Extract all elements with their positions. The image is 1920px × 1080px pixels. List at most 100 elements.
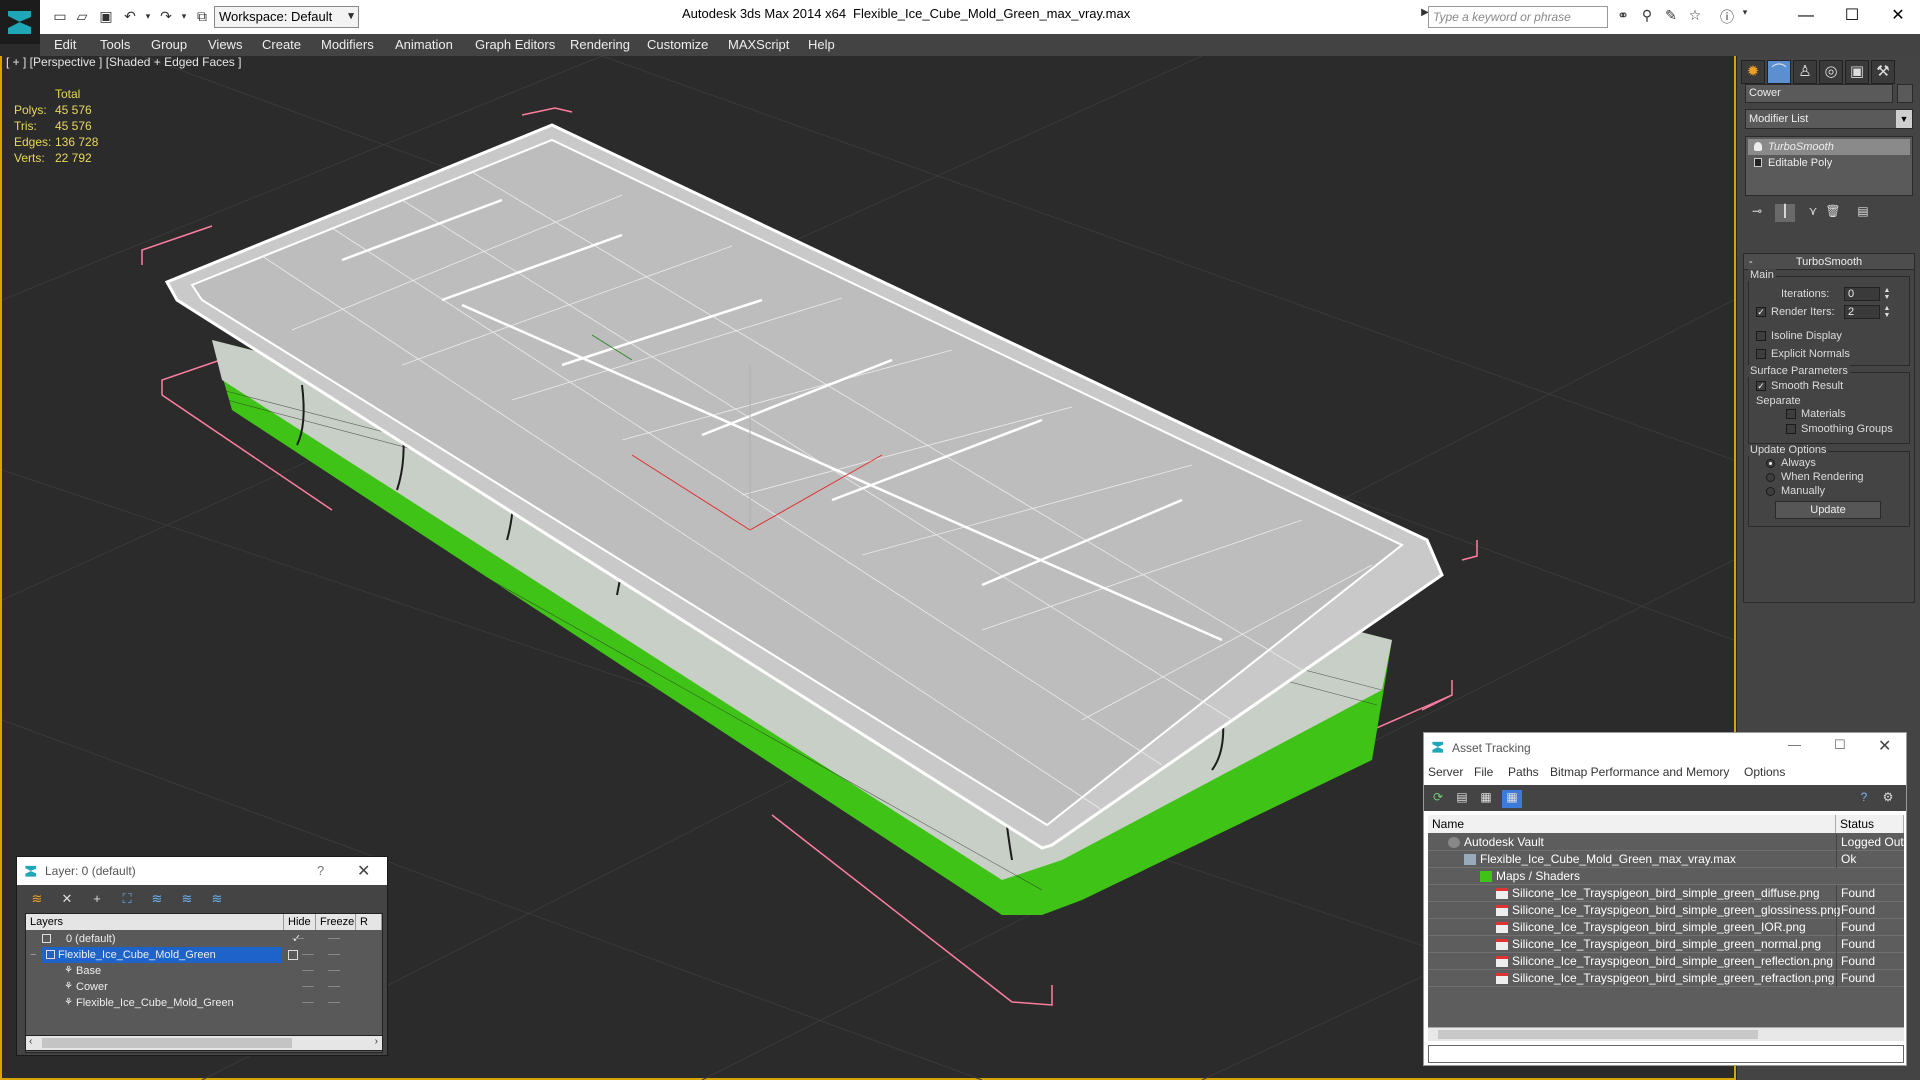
help-button[interactable]: ? xyxy=(317,863,324,878)
show-end-result-icon[interactable]: ┃ xyxy=(1775,204,1795,222)
asset-row[interactable]: Flexible_Ice_Cube_Mold_Green_max_vray.ma… xyxy=(1428,851,1904,868)
smooth-result-checkbox[interactable]: ✓ xyxy=(1756,381,1766,391)
smoothing-groups-checkbox[interactable] xyxy=(1786,424,1796,434)
undo-icon[interactable]: ↶ xyxy=(120,7,140,25)
maximize-button[interactable]: ☐ xyxy=(1830,3,1874,29)
settings-icon[interactable]: ⚙ xyxy=(1878,790,1898,808)
menu-views[interactable]: Views xyxy=(208,34,242,56)
undo-dropdown-icon[interactable]: ▾ xyxy=(138,7,158,25)
modifier-stack[interactable]: TurboSmooth Editable Poly xyxy=(1745,136,1913,196)
modify-tab-icon[interactable]: ⌒ xyxy=(1767,60,1791,84)
configure-sets-icon[interactable]: ▤ xyxy=(1853,204,1873,222)
asset-row[interactable]: Silicone_Ice_Trayspigeon_bird_simple_gre… xyxy=(1428,936,1904,953)
stack-item-turbosmooth[interactable]: TurboSmooth xyxy=(1748,139,1910,155)
menu-help[interactable]: Help xyxy=(808,34,835,56)
highlight-layer-icon[interactable]: ≋ xyxy=(147,891,167,909)
open-file-icon[interactable]: ▱ xyxy=(72,7,92,25)
layer-row[interactable]: − Flexible_Ice_Cube_Mold_Green xyxy=(26,947,382,963)
make-unique-icon[interactable]: ⋎ xyxy=(1803,204,1823,222)
freeze-toggle[interactable] xyxy=(328,986,340,987)
workspace-menu-icon[interactable]: ▼ xyxy=(344,7,358,25)
freeze-toggle[interactable] xyxy=(328,954,340,955)
menu-create[interactable]: Create xyxy=(262,34,301,56)
display-tab-icon[interactable]: ▣ xyxy=(1845,60,1869,84)
freeze-all-icon[interactable]: ≋ xyxy=(207,891,227,909)
column-header-freeze[interactable]: Freeze xyxy=(316,914,356,930)
render-iters-spinner[interactable]: 2 xyxy=(1844,305,1880,319)
hide-toggle[interactable] xyxy=(292,938,304,939)
menu-modifiers[interactable]: Modifiers xyxy=(321,34,374,56)
redo-dropdown-icon[interactable]: ▾ xyxy=(174,7,194,25)
search-input[interactable]: Type a keyword or phrase xyxy=(1428,6,1608,28)
column-header-render[interactable]: R xyxy=(356,914,382,930)
object-color-swatch[interactable] xyxy=(1897,84,1913,103)
viewport-label[interactable]: [ + ] [Perspective ] [Shaded + Edged Fac… xyxy=(6,55,241,69)
materials-checkbox[interactable] xyxy=(1786,409,1796,419)
manually-radio[interactable] xyxy=(1766,487,1775,496)
menu-rendering[interactable]: Rendering xyxy=(570,34,630,56)
new-file-icon[interactable]: ▭ xyxy=(50,7,70,25)
scroll-right-icon[interactable]: › xyxy=(375,1036,378,1047)
iterations-spinner[interactable]: 0 xyxy=(1844,287,1880,301)
motion-tab-icon[interactable]: ◎ xyxy=(1819,60,1843,84)
object-name-field[interactable]: Cower xyxy=(1745,84,1893,103)
tree-view-icon[interactable]: ▦ xyxy=(1476,790,1496,808)
layer-dialog-titlebar[interactable]: Layer: 0 (default) ? ✕ xyxy=(17,857,387,885)
save-file-icon[interactable]: ▣ xyxy=(96,7,116,25)
favorites-star-icon[interactable]: ☆ xyxy=(1684,7,1706,27)
layer-row[interactable]: 0 (default) ✓ xyxy=(26,931,382,947)
menu-customize[interactable]: Customize xyxy=(647,34,708,56)
hide-toggle[interactable] xyxy=(302,986,314,987)
freeze-toggle[interactable] xyxy=(328,1002,340,1003)
expand-box-icon[interactable] xyxy=(1754,158,1762,167)
binoculars-icon[interactable]: ⚭ xyxy=(1612,7,1634,27)
scroll-thumb[interactable] xyxy=(42,1038,292,1048)
menu-tools[interactable]: Tools xyxy=(100,34,130,56)
utilities-tab-icon[interactable]: ⚒ xyxy=(1871,60,1895,84)
layer-object-row[interactable]: Cower ⚘ xyxy=(26,979,382,995)
column-header-layers[interactable]: Layers xyxy=(26,914,284,930)
collapse-icon[interactable]: − xyxy=(30,947,36,963)
menu-graph-editors[interactable]: Graph Editors xyxy=(475,34,555,56)
create-layer-icon[interactable]: ≋ xyxy=(27,891,47,909)
column-header-hide[interactable]: Hide xyxy=(284,914,316,930)
app-logo-icon[interactable] xyxy=(0,0,40,44)
asset-row[interactable]: Silicone_Ice_Trayspigeon_bird_simple_gre… xyxy=(1428,953,1904,970)
freeze-toggle[interactable] xyxy=(328,938,340,939)
hierarchy-tab-icon[interactable]: ♙ xyxy=(1793,60,1817,84)
asset-menu-server[interactable]: Server xyxy=(1428,765,1463,779)
help-dropdown-icon[interactable]: ▾ xyxy=(1734,7,1756,27)
menu-maxscript[interactable]: MAXScript xyxy=(728,34,789,56)
hide-toggle[interactable] xyxy=(302,1002,314,1003)
asset-row[interactable]: Maps / Shaders xyxy=(1428,868,1904,885)
scroll-left-icon[interactable]: ‹ xyxy=(29,1036,32,1047)
update-button[interactable]: Update xyxy=(1775,501,1881,519)
asset-row[interactable]: Silicone_Ice_Trayspigeon_bird_simple_gre… xyxy=(1428,902,1904,919)
asset-dialog-titlebar[interactable]: Asset Tracking — ☐ ✕ xyxy=(1424,733,1906,761)
create-tab-icon[interactable]: ✹ xyxy=(1741,60,1765,84)
asset-menu-paths[interactable]: Paths xyxy=(1508,765,1539,779)
column-header-status[interactable]: Status xyxy=(1836,815,1904,833)
table-view-icon[interactable]: ▦ xyxy=(1502,790,1522,808)
asset-row[interactable]: Autodesk Vault Logged Out xyxy=(1428,834,1904,851)
freeze-toggle[interactable] xyxy=(328,970,340,971)
menu-edit[interactable]: Edit xyxy=(54,34,76,56)
pin-stack-icon[interactable]: ⊸ xyxy=(1747,204,1767,222)
asset-menu-file[interactable]: File xyxy=(1474,765,1493,779)
spinner-arrows-icon[interactable]: ▲ ▼ xyxy=(1882,287,1892,301)
menu-animation[interactable]: Animation xyxy=(395,34,453,56)
workspace-dropdown[interactable]: Workspace: Default ▼ xyxy=(214,6,359,28)
layer-object-row[interactable]: Base ⚘ xyxy=(26,963,382,979)
hide-toggle[interactable] xyxy=(302,954,314,955)
maximize-button[interactable]: ☐ xyxy=(1834,737,1846,753)
asset-horizontal-scrollbar[interactable] xyxy=(1428,1027,1904,1041)
help-icon[interactable]: ? xyxy=(1854,790,1874,808)
communication-icon[interactable]: ✎ xyxy=(1660,7,1682,27)
hide-all-icon[interactable]: ≋ xyxy=(177,891,197,909)
asset-menu-bitmap[interactable]: Bitmap Performance and Memory xyxy=(1550,765,1729,779)
layer-object-row[interactable]: Flexible_Ice_Cube_Mold_Green ⚘ xyxy=(26,995,382,1011)
select-in-layer-icon[interactable]: ⛶ xyxy=(117,891,137,909)
asset-row[interactable]: Silicone_Ice_Trayspigeon_bird_simple_gre… xyxy=(1428,885,1904,902)
render-iters-checkbox[interactable]: ✓ xyxy=(1756,307,1766,317)
subscription-icon[interactable]: ⚲ xyxy=(1636,7,1658,27)
